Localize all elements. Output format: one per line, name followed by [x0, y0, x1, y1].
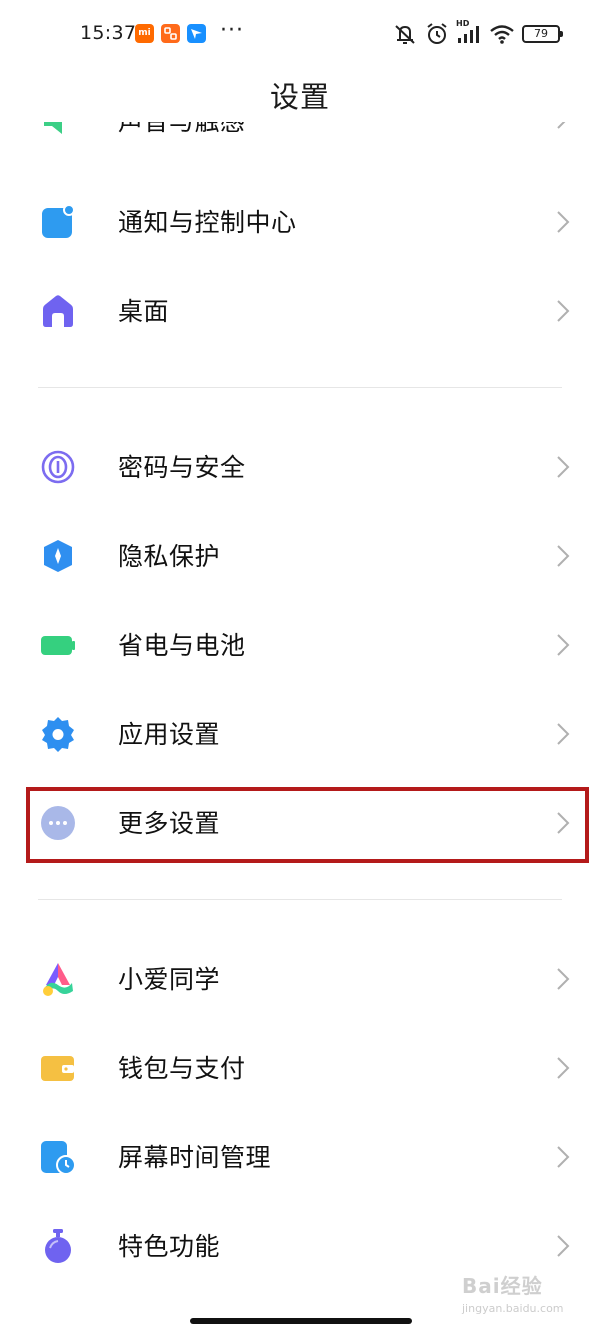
page-title: 设置 — [269, 80, 330, 114]
chevron-right-icon — [556, 967, 570, 991]
wallet-icon — [40, 1050, 76, 1086]
battery-indicator: 79 — [522, 25, 563, 43]
chevron-right-icon — [556, 1056, 570, 1080]
taobao-app-icon — [161, 24, 180, 43]
privacy-shield-icon — [40, 538, 76, 574]
chevron-right-icon — [556, 210, 570, 234]
settings-item-app-settings[interactable]: 应用设置 — [0, 689, 600, 778]
settings-item-label: 特色功能 — [118, 1232, 221, 1261]
settings-item-label: 钱包与支付 — [118, 1054, 246, 1083]
signal-icon: HD — [456, 19, 482, 45]
status-bar: 15:37 mi ··· HD 79 — [0, 0, 600, 68]
settings-item-password-security[interactable]: 密码与安全 — [0, 422, 600, 511]
alarm-icon — [425, 22, 449, 46]
status-indicators: HD 79 — [392, 19, 563, 48]
home-icon — [40, 293, 76, 329]
partial-list-item[interactable]: 声音与触感 — [0, 122, 600, 148]
settings-item-notifications[interactable]: 通知与控制中心 — [0, 177, 600, 266]
section-divider — [38, 387, 562, 388]
chevron-right-icon — [556, 1145, 570, 1169]
settings-item-screen-time[interactable]: 屏幕时间管理 — [0, 1112, 600, 1201]
mi-app-icon: mi — [135, 24, 154, 43]
settings-item-label: 桌面 — [118, 297, 170, 326]
settings-item-label: 隐私保护 — [118, 542, 221, 571]
wifi-icon — [489, 23, 515, 45]
settings-item-label: 省电与电池 — [118, 631, 246, 660]
watermark-logo: Bai经验 — [462, 1274, 543, 1298]
chevron-right-icon — [556, 455, 570, 479]
chevron-right-icon — [556, 544, 570, 568]
settings-item-label: 屏幕时间管理 — [118, 1143, 272, 1172]
watermark-url: jingyan.baidu.com — [462, 1302, 564, 1315]
gear-icon — [40, 716, 76, 752]
screen-time-icon — [40, 1139, 76, 1175]
xiaoai-icon — [40, 961, 76, 997]
notification-icon — [40, 204, 76, 240]
settings-item-label: 密码与安全 — [118, 453, 246, 482]
status-time: 15:37 — [80, 22, 137, 44]
settings-item-label: 应用设置 — [118, 720, 221, 749]
features-icon — [40, 1228, 76, 1264]
settings-item-desktop[interactable]: 桌面 — [0, 266, 600, 355]
more-notifications-icon: ··· — [220, 18, 244, 43]
fingerprint-icon — [40, 449, 76, 485]
home-indicator[interactable] — [190, 1318, 412, 1324]
settings-item-battery[interactable]: 省电与电池 — [0, 600, 600, 689]
mute-icon — [392, 22, 418, 46]
settings-item-privacy[interactable]: 隐私保护 — [0, 511, 600, 600]
chevron-right-icon — [556, 299, 570, 323]
chevron-right-icon — [556, 633, 570, 657]
network-type-label: HD — [456, 19, 470, 28]
battery-icon — [40, 627, 76, 663]
baidu-jingyan-watermark: Bai经验 jingyan.baidu.com — [462, 1270, 572, 1322]
settings-item-wallet[interactable]: 钱包与支付 — [0, 1023, 600, 1112]
highlight-annotation-box — [26, 787, 589, 863]
chevron-right-icon — [556, 722, 570, 746]
settings-item-xiaoai[interactable]: 小爱同学 — [0, 934, 600, 1023]
chevron-right-icon — [556, 1234, 570, 1258]
section-divider — [38, 899, 562, 900]
chevron-right-icon — [556, 122, 570, 130]
speaker-icon — [40, 122, 76, 138]
partial-item-label: 声音与触感 — [118, 122, 246, 138]
send-app-icon — [187, 24, 206, 43]
settings-item-label: 通知与控制中心 — [118, 208, 297, 237]
settings-item-label: 小爱同学 — [118, 965, 221, 994]
